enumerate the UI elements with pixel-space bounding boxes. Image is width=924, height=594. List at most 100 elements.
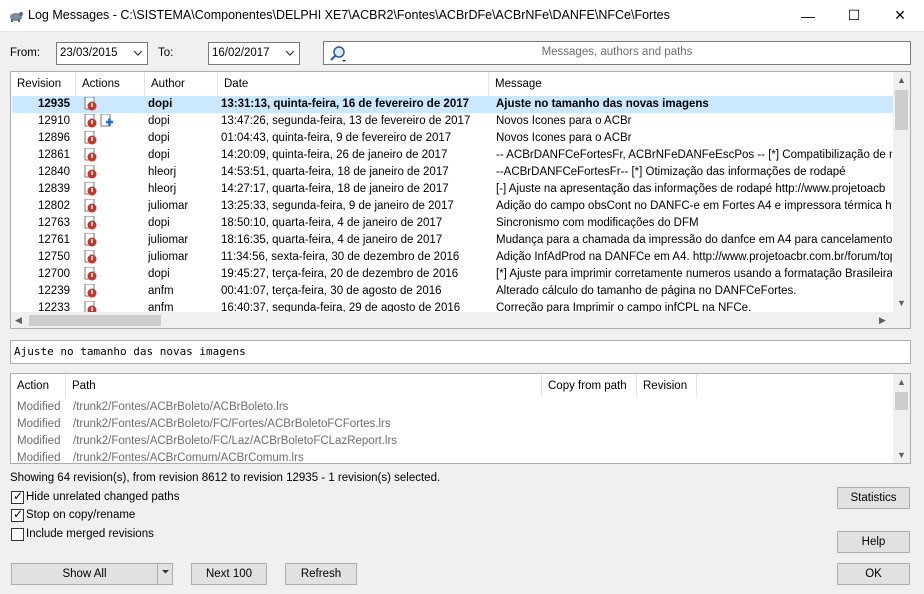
table-row[interactable]: 12802 juliomar 13:25:33, segunda-feira, 9 … <box>12 198 893 215</box>
revision-cell: 12761 <box>38 234 70 246</box>
message-cell: [*] Ajuste para imprimir corretamente nu… <box>496 268 892 280</box>
search-input[interactable]: Messages, authors and paths <box>323 41 911 65</box>
minimize-button[interactable]: — <box>785 0 831 31</box>
modified-icon <box>84 250 97 264</box>
table-row[interactable]: 12700 dopi 19:45:27, terça-feira, 20 de de… <box>12 266 893 283</box>
to-date-picker[interactable]: 16/02/2017 <box>208 42 300 65</box>
revision-cell: 12839 <box>38 183 70 195</box>
statistics-button[interactable]: Statistics <box>837 487 910 509</box>
scroll-thumb[interactable] <box>895 392 908 410</box>
table-row[interactable]: 12861 dopi 14:20:09, quinta-feira, 26 de j… <box>12 147 893 164</box>
table-row[interactable]: 12840 hleorj 14:53:51, quarta-feira, 18 de… <box>12 164 893 181</box>
paths-list-vscroll[interactable]: ▲ ▼ <box>893 374 910 463</box>
action-cell: Modified <box>17 435 61 447</box>
status-text: Showing 64 revision(s), from revision 86… <box>10 472 441 484</box>
scroll-down-arrow-icon[interactable]: ▼ <box>897 450 906 460</box>
modified-icon <box>84 165 97 179</box>
path-row[interactable]: Modified/trunk2/Fontes/ACBrComum/ACBrCom… <box>12 450 893 463</box>
include-merged-checkbox[interactable] <box>11 528 24 541</box>
revision-list[interactable]: Revision Actions Author Date Message 129… <box>10 71 911 329</box>
scroll-up-arrow-icon[interactable]: ▲ <box>897 75 906 85</box>
author-cell: dopi <box>148 98 173 110</box>
help-button[interactable]: Help <box>837 531 910 553</box>
date-cell: 18:16:35, quarta-feira, 4 de janeiro de … <box>221 234 443 246</box>
author-cell: dopi <box>148 268 170 280</box>
modified-icon <box>84 216 97 230</box>
column-header-revision[interactable]: Revision <box>11 72 76 96</box>
stop-on-copy-label[interactable]: Stop on copy/rename <box>26 509 135 521</box>
window-title: Log Messages - C:\SISTEMA\Componentes\DE… <box>28 8 670 22</box>
table-row[interactable]: 12239 anfm 00:41:07, terça-feira, 30 de ag… <box>12 283 893 300</box>
date-cell: 13:31:13, quinta-feira, 16 de fevereiro … <box>221 98 470 110</box>
column-header-revision[interactable]: Revision <box>637 374 697 398</box>
added-icon <box>100 114 113 127</box>
path-cell: /trunk2/Fontes/ACBrBoleto/FC/Laz/ACBrBol… <box>73 435 398 447</box>
next-100-button[interactable]: Next 100 <box>191 563 267 585</box>
scroll-up-arrow-icon[interactable]: ▲ <box>897 377 906 387</box>
revision-cell: 12896 <box>38 132 70 144</box>
column-header-copy-from-path[interactable]: Copy from path <box>542 374 637 398</box>
column-header-path[interactable]: Path <box>66 374 542 398</box>
message-cell: Novos Icones para o ACBr <box>496 115 632 127</box>
author-cell: dopi <box>148 149 170 161</box>
author-cell: juliomar <box>148 251 189 263</box>
table-row[interactable]: 12761 juliomar 18:16:35, quarta-feira, 4 d… <box>12 232 893 249</box>
table-row[interactable]: 12750 juliomar 11:34:56, sexta-feira, 30 d… <box>12 249 893 266</box>
table-row[interactable]: 12839 hleorj 14:27:17, quarta-feira, 18 de… <box>12 181 893 198</box>
hide-unrelated-label[interactable]: Hide unrelated changed paths <box>26 491 179 503</box>
date-cell: 14:20:09, quinta-feira, 26 de janeiro de… <box>221 149 448 161</box>
refresh-button[interactable]: Refresh <box>285 563 357 585</box>
path-row[interactable]: Modified/trunk2/Fontes/ACBrBoleto/ACBrBo… <box>12 399 893 416</box>
column-header-actions[interactable]: Actions <box>76 72 145 96</box>
scroll-thumb[interactable] <box>29 315 161 326</box>
table-row[interactable]: 12910 dopi 13:47:26, segunda-feira, 13 de … <box>12 113 893 130</box>
path-row[interactable]: Modified/trunk2/Fontes/ACBrBoleto/FC/For… <box>12 416 893 433</box>
author-cell: anfm <box>148 285 174 297</box>
scroll-right-arrow-icon[interactable]: ▶ <box>879 315 886 326</box>
title-bar: Log Messages - C:\SISTEMA\Componentes\DE… <box>0 0 924 32</box>
revision-list-hscroll[interactable]: ◀ ▶ <box>11 312 910 328</box>
chevron-down-icon <box>133 50 143 56</box>
modified-icon <box>84 131 97 145</box>
modified-icon <box>84 97 97 111</box>
author-cell: dopi <box>148 115 170 127</box>
author-cell: dopi <box>148 132 170 144</box>
close-button[interactable]: ✕ <box>877 0 923 31</box>
date-cell: 11:34:56, sexta-feira, 30 de dezembro de… <box>221 251 460 263</box>
scroll-left-arrow-icon[interactable]: ◀ <box>15 315 22 326</box>
modified-icon <box>84 199 97 213</box>
column-header-author[interactable]: Author <box>145 72 218 96</box>
chevron-down-icon <box>285 50 295 56</box>
column-header-action[interactable]: Action <box>11 374 66 398</box>
column-header-date[interactable]: Date <box>218 72 489 96</box>
search-placeholder: Messages, authors and paths <box>541 46 693 58</box>
message-cell: Ajuste no tamanho das novas imagens <box>496 98 709 110</box>
log-message-text[interactable]: Ajuste no tamanho das novas imagens <box>10 340 911 364</box>
changed-paths-list[interactable]: Action Path Copy from path Revision Modi… <box>10 373 911 464</box>
show-all-dropdown-button[interactable] <box>157 563 173 585</box>
ok-button[interactable]: OK <box>837 563 910 585</box>
hide-unrelated-checkbox[interactable] <box>11 489 24 504</box>
revision-cell: 12750 <box>38 251 70 263</box>
table-row[interactable]: 12763 dopi 18:50:10, quarta-feira, 4 de ja… <box>12 215 893 232</box>
from-date-picker[interactable]: 23/03/2015 <box>56 42 148 65</box>
revision-list-vscroll[interactable]: ▲ ▼ <box>893 72 910 312</box>
date-cell: 13:25:33, segunda-feira, 9 de janeiro de… <box>221 200 454 212</box>
modified-icon <box>84 182 97 196</box>
table-row[interactable]: 12935 dopi 13:31:13, quinta-feira, 16 de f… <box>12 96 893 113</box>
stop-on-copy-checkbox[interactable] <box>11 507 24 522</box>
message-cell: Alterado cálculo do tamanho de página no… <box>496 285 797 297</box>
scroll-down-arrow-icon[interactable]: ▼ <box>897 298 906 308</box>
maximize-button[interactable]: ☐ <box>831 0 877 31</box>
date-cell: 01:04:43, quinta-feira, 9 de fevereiro d… <box>221 132 452 144</box>
date-cell: 00:41:07, terça-feira, 30 de agosto de 2… <box>221 285 442 297</box>
include-merged-label[interactable]: Include merged revisions <box>26 528 154 540</box>
revision-cell: 12763 <box>38 217 70 229</box>
table-row[interactable]: 12896 dopi 01:04:43, quinta-feira, 9 de fe… <box>12 130 893 147</box>
path-row[interactable]: Modified/trunk2/Fontes/ACBrBoleto/FC/Laz… <box>12 433 893 450</box>
from-date-value: 23/03/2015 <box>60 47 118 59</box>
show-all-button[interactable]: Show All <box>11 563 157 585</box>
scroll-thumb[interactable] <box>895 90 908 130</box>
column-header-message[interactable]: Message <box>489 72 899 96</box>
revision-cell: 12910 <box>38 115 70 127</box>
